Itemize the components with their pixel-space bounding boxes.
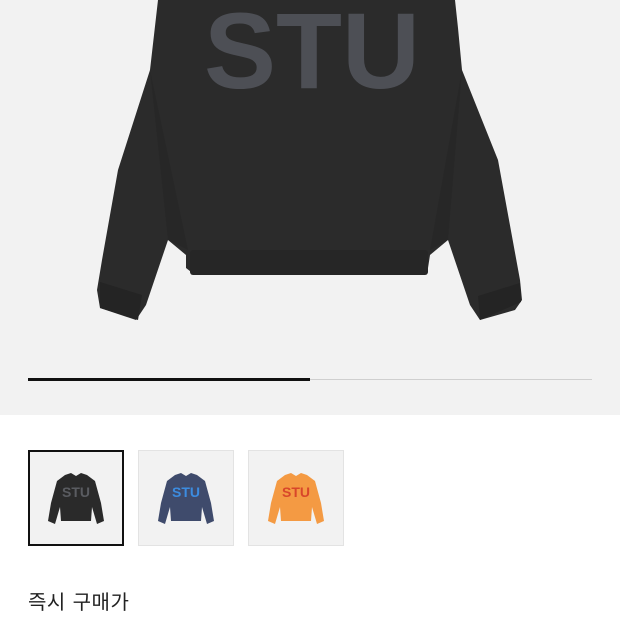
svg-text:STU: STU <box>172 484 200 500</box>
sweatshirt-thumbnail-icon: STU <box>158 473 214 524</box>
waistband <box>190 250 428 275</box>
variant-thumbnail-black[interactable]: STU <box>28 450 124 546</box>
instant-buy-label: 즉시 구매가 <box>28 590 130 614</box>
carousel-progress-track <box>28 378 592 381</box>
carousel-progress-fill <box>28 378 310 381</box>
sweatshirt-thumbnail-icon: STU <box>268 473 324 524</box>
svg-text:STU: STU <box>282 484 310 500</box>
product-hero-image: STU <box>0 0 620 415</box>
svg-text:STU: STU <box>62 484 90 500</box>
sweatshirt-image: STU <box>97 0 522 320</box>
sweatshirt-thumbnail-icon: STU <box>48 473 104 524</box>
variant-thumbnails: STU STU STU <box>28 450 344 546</box>
variant-thumbnail-navy[interactable]: STU <box>138 450 234 546</box>
variant-thumbnail-orange[interactable]: STU <box>248 450 344 546</box>
stu-print: STU <box>204 0 420 111</box>
